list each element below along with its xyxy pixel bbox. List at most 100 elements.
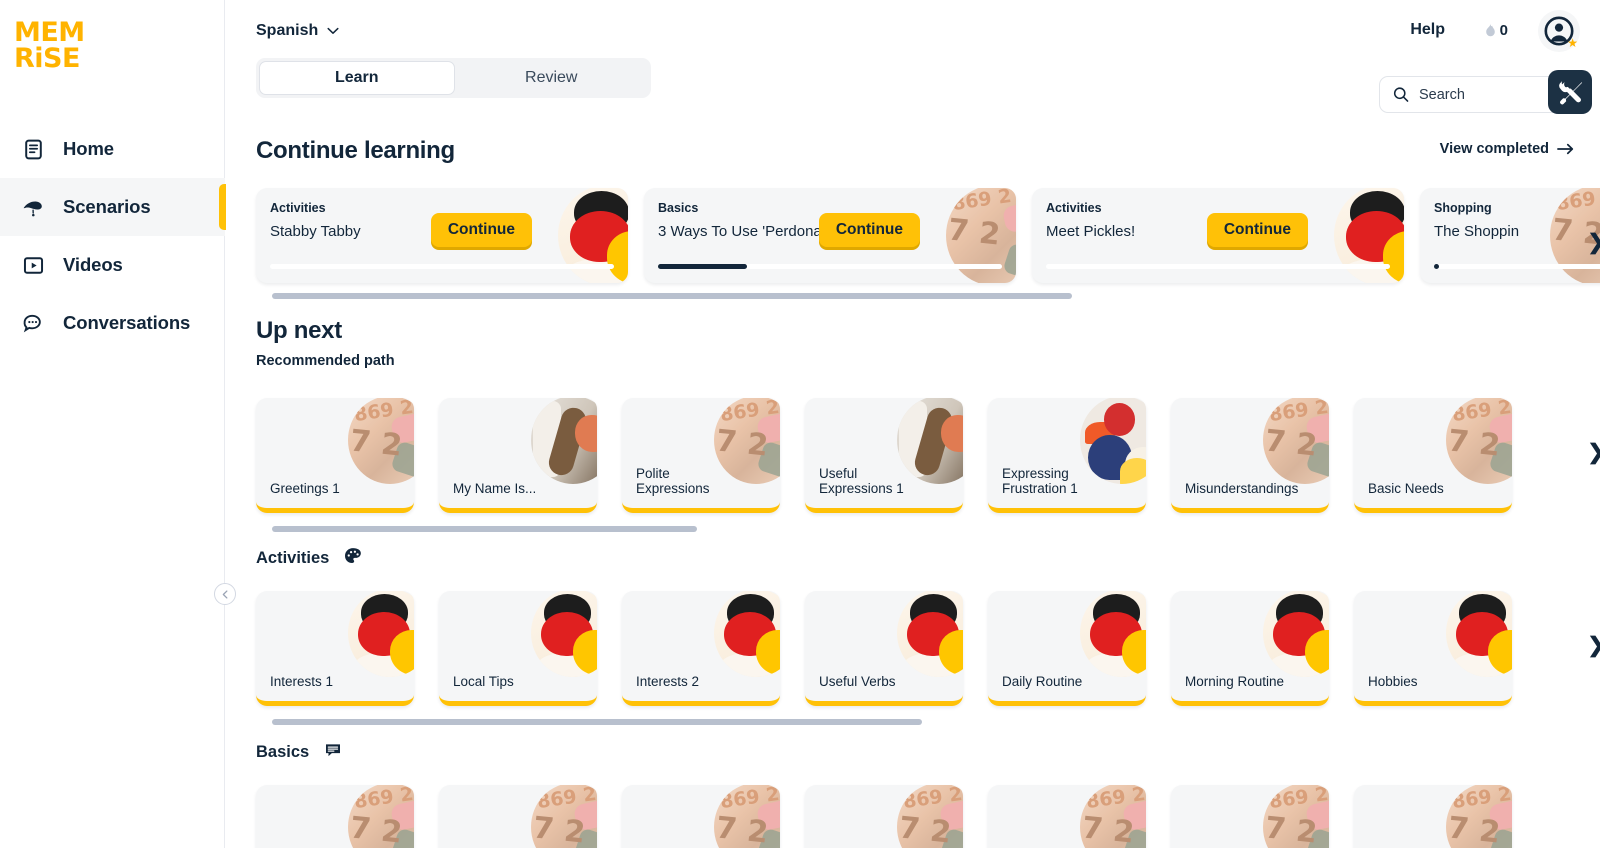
sidebar-item-home[interactable]: Home (0, 120, 225, 178)
thumbnail-art (531, 398, 597, 484)
scenario-card[interactable] (1354, 785, 1512, 848)
scenario-card[interactable] (439, 785, 597, 848)
thumbnail-art (714, 591, 780, 677)
scenario-card[interactable] (256, 785, 414, 848)
thumbnail-art (714, 785, 780, 848)
avatar[interactable]: ★ (1538, 10, 1580, 52)
book-icon (24, 139, 42, 159)
scenario-card[interactable] (988, 785, 1146, 848)
scenario-card-title: Useful Expressions 1 (819, 466, 904, 496)
palette-icon (343, 546, 363, 571)
chat-bubble-icon (323, 740, 343, 765)
scenario-card-title: Expressing Frustration 1 (1002, 466, 1078, 496)
palette-icon (345, 548, 362, 563)
scenario-card[interactable]: Morning Routine (1171, 591, 1329, 706)
section-heading-basics: Basics (256, 740, 343, 765)
scenario-card-thumbnail (348, 591, 414, 677)
thumbnail-art (348, 591, 414, 677)
help-link[interactable]: Help (1410, 21, 1445, 39)
continue-card-title: 3 Ways To Use 'Perdona' (658, 223, 825, 240)
scenario-card[interactable]: Daily Routine (988, 591, 1146, 706)
arrow-right-icon (1557, 143, 1574, 155)
sidebar-item-label: Videos (63, 254, 123, 275)
scenario-card[interactable] (622, 785, 780, 848)
scenario-row-next-button[interactable]: ❯ (1587, 633, 1600, 658)
scenario-card[interactable]: Useful Verbs (805, 591, 963, 706)
scenario-card-title: Hobbies (1368, 674, 1418, 689)
scenario-card[interactable]: Basic Needs (1354, 398, 1512, 513)
scenario-card[interactable] (1171, 785, 1329, 848)
bird-icon (20, 194, 46, 220)
scenario-row-2 (256, 785, 1600, 848)
scenario-card[interactable]: Local Tips (439, 591, 597, 706)
progress-fill (1434, 264, 1440, 269)
thumbnail-art (531, 591, 597, 677)
app-root: MEM RiSE Home Scenarios Videos Conversation… (0, 0, 1600, 848)
sidebar: MEM RiSE Home Scenarios Videos Conversation… (0, 0, 226, 848)
continue-card[interactable]: Shopping The Shoppin (1420, 188, 1600, 283)
scenario-row-scrollbar[interactable] (272, 719, 922, 725)
scenario-row-0: Greetings 1 My Name Is... Polite Expressio… (256, 398, 1600, 532)
language-selector[interactable]: Spanish (256, 22, 339, 40)
memrise-logo[interactable]: MEM RiSE (14, 19, 85, 72)
scenario-card[interactable]: Expressing Frustration 1 (988, 398, 1146, 513)
scenario-card-title: Useful Verbs (819, 674, 896, 689)
search-input[interactable] (1419, 86, 1549, 103)
section-heading-label: Basics (256, 743, 310, 761)
section-heading-activities: Activities (256, 546, 363, 571)
scenario-row-next-button[interactable]: ❯ (1587, 440, 1600, 465)
streak-counter[interactable]: 0 (1484, 22, 1508, 39)
continue-learning-title: Continue learning (256, 137, 455, 164)
scenario-card[interactable]: Greetings 1 (256, 398, 414, 513)
continue-button[interactable]: Continue (1206, 213, 1308, 247)
thumbnail-art (348, 398, 414, 484)
scenario-row-scrollbar[interactable] (272, 526, 697, 532)
scenario-card-thumbnail (1263, 785, 1329, 848)
scenario-card[interactable] (805, 785, 963, 848)
continue-card[interactable]: Basics 3 Ways To Use 'Perdona' Continue (644, 188, 1016, 283)
section-heading-recommended-path: Recommended path (256, 353, 395, 369)
scenario-card-title: My Name Is... (453, 481, 537, 496)
scenario-card-thumbnail (1446, 398, 1512, 484)
scenario-card[interactable]: Interests 2 (622, 591, 780, 706)
tab-review[interactable]: Review (455, 61, 649, 95)
scenario-card-thumbnail (897, 591, 963, 677)
tools-icon (1558, 80, 1582, 104)
continue-button[interactable]: Continue (430, 213, 532, 247)
thumbnail-art (1263, 398, 1329, 484)
continue-row-scrollbar[interactable] (272, 293, 1072, 299)
view-completed-label: View completed (1439, 141, 1549, 157)
sidebar-item-label: Scenarios (63, 196, 151, 217)
progress-track (1434, 264, 1600, 269)
tools-button[interactable] (1548, 70, 1592, 114)
thumbnail-art (1080, 591, 1146, 677)
scenario-card[interactable]: Interests 1 (256, 591, 414, 706)
tab-learn[interactable]: Learn (259, 61, 455, 95)
thumbnail-art (897, 591, 963, 677)
section-heading-label: Activities (256, 549, 330, 567)
video-icon (23, 256, 43, 274)
scenario-card[interactable]: Misunderstandings (1171, 398, 1329, 513)
view-completed-link[interactable]: View completed (1440, 141, 1574, 157)
scenario-card-title: Misunderstandings (1185, 481, 1299, 496)
continue-card[interactable]: Activities Stabby Tabby Continue (256, 188, 628, 283)
chevron-down-icon (327, 27, 339, 34)
continue-card[interactable]: Activities Meet Pickles! Continue (1032, 188, 1404, 283)
sidebar-item-conversations[interactable]: Conversations (0, 294, 225, 352)
continue-row-next-button[interactable]: ❯ (1587, 230, 1600, 255)
continue-button[interactable]: Continue (818, 213, 920, 247)
sidebar-item-scenarios[interactable]: Scenarios (0, 178, 226, 236)
scenario-card-thumbnail (1446, 591, 1512, 677)
scenario-card[interactable]: My Name Is... (439, 398, 597, 513)
scenario-card[interactable]: Hobbies (1354, 591, 1512, 706)
scenario-card-thumbnail (1263, 398, 1329, 484)
scenario-card[interactable]: Polite Expressions (622, 398, 780, 513)
sidebar-item-videos[interactable]: Videos (0, 236, 225, 294)
scenario-card-thumbnail (897, 785, 963, 848)
chat-bubble-icon (20, 310, 46, 336)
search-box[interactable] (1379, 76, 1563, 113)
scenario-card[interactable]: Useful Expressions 1 (805, 398, 963, 513)
scenario-card-thumbnail (531, 785, 597, 848)
book-icon (20, 136, 46, 162)
sidebar-collapse-button[interactable] (214, 583, 236, 605)
